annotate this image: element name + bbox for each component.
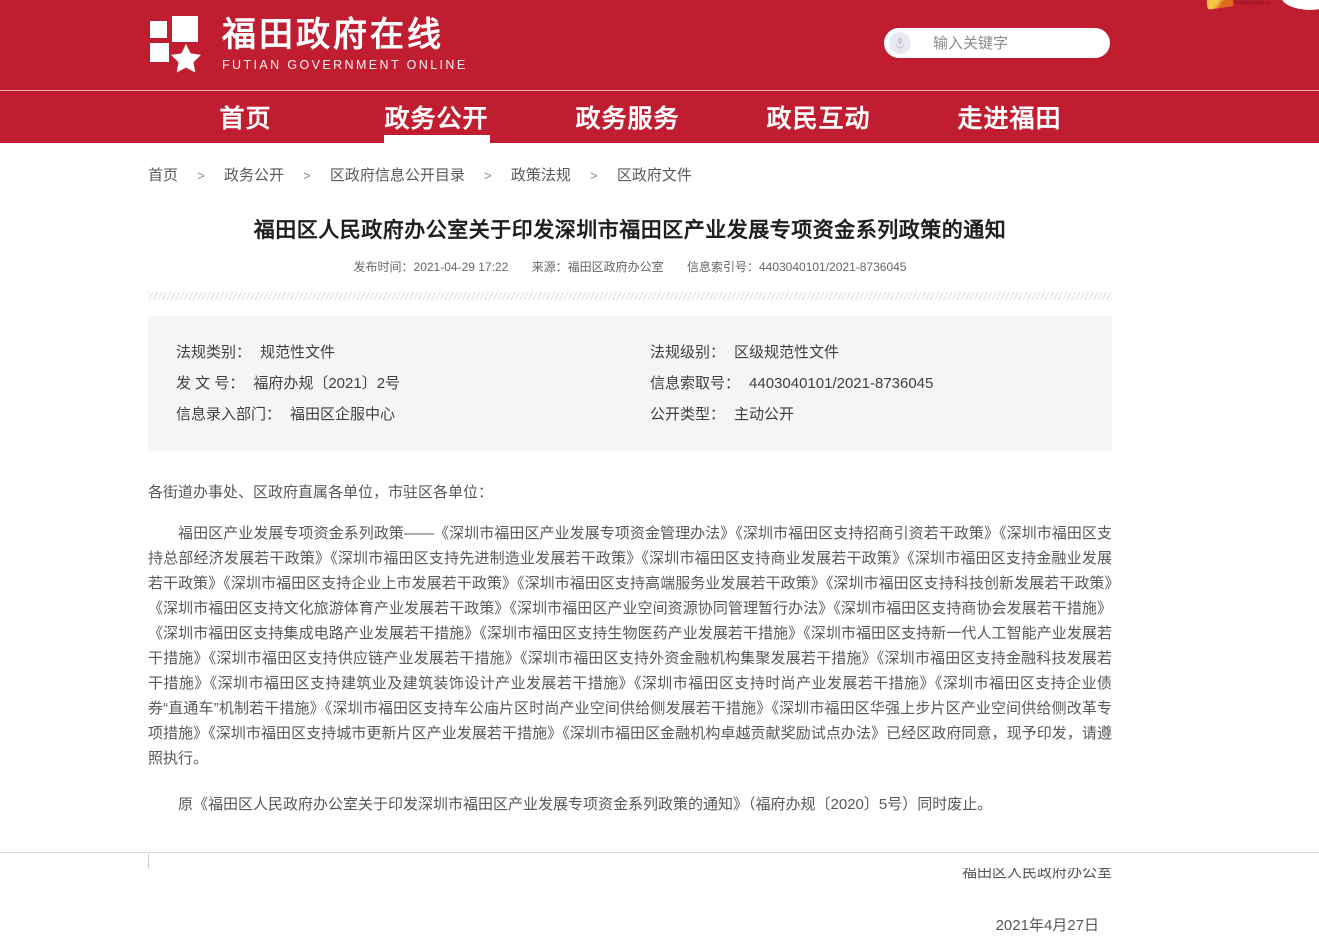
hatched-divider xyxy=(148,292,1112,300)
breadcrumb-gov-disclosure[interactable]: 政务公开 xyxy=(224,167,284,184)
breadcrumb-district-docs[interactable]: 区政府文件 xyxy=(617,167,692,184)
corner-url: www.sz.gov.cn xyxy=(1235,0,1272,6)
info-label: 发 文 号： xyxy=(176,375,244,392)
nav-label: 政民互动 xyxy=(766,99,870,135)
corner-emblem-icon xyxy=(1206,0,1233,10)
futian-logo-icon xyxy=(148,13,206,73)
footer-divider-tick xyxy=(148,854,149,868)
nav-item-gov-disclosure[interactable]: 政务公开 xyxy=(341,91,532,143)
nav-item-home[interactable]: 首页 xyxy=(150,91,341,143)
info-row-entry-department: 信息录入部门： 福田区企服中心 xyxy=(176,399,610,430)
nav-label: 政务服务 xyxy=(575,99,679,135)
breadcrumb-policies[interactable]: 政策法规 xyxy=(511,167,571,184)
info-label: 信息录入部门： xyxy=(176,406,281,423)
nav-label: 政务公开 xyxy=(384,99,488,135)
publish-time: 发布时间：2021-04-29 17:22 xyxy=(354,260,509,274)
doc-index-no: 信息索引号：4403040101/2021-8736045 xyxy=(687,260,906,274)
info-row-doc-number: 发 文 号： 福府办规〔2021〕2号 xyxy=(176,368,610,399)
breadcrumb-separator: > xyxy=(197,168,205,183)
info-value: 福田区企服中心 xyxy=(290,406,395,423)
breadcrumb: 首页 > 政务公开 > 区政府信息公开目录 > 政策法规 > 区政府文件 xyxy=(148,143,1112,185)
breadcrumb-separator: > xyxy=(590,168,598,183)
active-tab-indicator xyxy=(384,135,490,143)
info-box-left-column: 法规类别： 规范性文件 发 文 号： 福府办规〔2021〕2号 信息录入部门： 福田区… xyxy=(176,337,610,430)
corner-widget: www.sz.gov.cn xyxy=(1207,0,1277,12)
page-title: 福田区人民政府办公室关于印发深圳市福田区产业发展专项资金系列政策的通知 xyxy=(148,214,1112,244)
breadcrumb-home[interactable]: 首页 xyxy=(148,167,178,184)
info-value: 规范性文件 xyxy=(260,344,335,361)
site-title-en: FUTIAN GOVERNMENT ONLINE xyxy=(222,58,468,72)
site-header: 福田政府在线 FUTIAN GOVERNMENT ONLINE www.sz.g… xyxy=(0,0,1319,90)
breadcrumb-info-catalog[interactable]: 区政府信息公开目录 xyxy=(330,167,465,184)
info-label: 法规类别： xyxy=(176,344,251,361)
info-label: 法规级别： xyxy=(650,344,725,361)
info-value: 主动公开 xyxy=(734,406,794,423)
nav-label: 首页 xyxy=(219,99,271,135)
body-paragraph-1: 福田区产业发展专项资金系列政策——《深圳市福田区产业发展专项资金管理办法》《深圳… xyxy=(148,521,1112,771)
nav-item-gov-services[interactable]: 政务服务 xyxy=(532,91,723,143)
info-label: 信息索取号： xyxy=(650,375,740,392)
body-paragraph-2: 原《福田区人民政府办公室关于印发深圳市福田区产业发展专项资金系列政策的通知》（福… xyxy=(148,792,1112,817)
microphone-icon[interactable] xyxy=(889,32,911,54)
info-value: 福府办规〔2021〕2号 xyxy=(253,375,400,392)
info-value: 4403040101/2021-8736045 xyxy=(749,375,933,392)
salutation: 各街道办事处、区政府直属各单位，市驻区各单位： xyxy=(148,480,1112,505)
site-logo[interactable]: 福田政府在线 FUTIAN GOVERNMENT ONLINE xyxy=(148,13,468,73)
nav-item-about-futian[interactable]: 走进福田 xyxy=(914,91,1105,143)
nav-item-public-interaction[interactable]: 政民互动 xyxy=(723,91,914,143)
corner-oval-shape xyxy=(1281,0,1319,10)
site-title: 福田政府在线 xyxy=(222,13,468,57)
info-row-regulation-category: 法规类别： 规范性文件 xyxy=(176,337,610,368)
doc-info-box: 法规类别： 规范性文件 发 文 号： 福府办规〔2021〕2号 信息录入部门： 福田区… xyxy=(148,316,1112,451)
content-area: 首页 > 政务公开 > 区政府信息公开目录 > 政策法规 > 区政府文件 福田区… xyxy=(148,143,1112,938)
info-row-disclosure-type: 公开类型： 主动公开 xyxy=(650,399,1084,430)
doc-body: 各街道办事处、区政府直属各单位，市驻区各单位： 福田区产业发展专项资金系列政策—… xyxy=(148,480,1112,938)
info-box-right-column: 法规级别： 区级规范性文件 信息索取号： 4403040101/2021-87360… xyxy=(650,337,1084,430)
main-nav: 首页 政务公开 政务服务 政民互动 走进福田 xyxy=(0,90,1319,143)
search-box xyxy=(884,28,1110,58)
info-value: 区级规范性文件 xyxy=(734,344,839,361)
breadcrumb-separator: > xyxy=(484,168,492,183)
page-footer xyxy=(0,852,1319,868)
doc-date: 2021年4月27日 xyxy=(148,913,1112,938)
nav-label: 走进福田 xyxy=(957,99,1061,135)
info-label: 公开类型： xyxy=(650,406,725,423)
doc-meta: 发布时间：2021-04-29 17:22 来源：福田区政府办公室 信息索引号：… xyxy=(148,258,1112,275)
breadcrumb-separator: > xyxy=(303,168,311,183)
site-title-block: 福田政府在线 FUTIAN GOVERNMENT ONLINE xyxy=(222,13,468,72)
search-input[interactable] xyxy=(911,28,1110,58)
info-row-regulation-level: 法规级别： 区级规范性文件 xyxy=(650,337,1084,368)
info-row-index-number: 信息索取号： 4403040101/2021-8736045 xyxy=(650,368,1084,399)
doc-source: 来源：福田区政府办公室 xyxy=(532,260,664,274)
